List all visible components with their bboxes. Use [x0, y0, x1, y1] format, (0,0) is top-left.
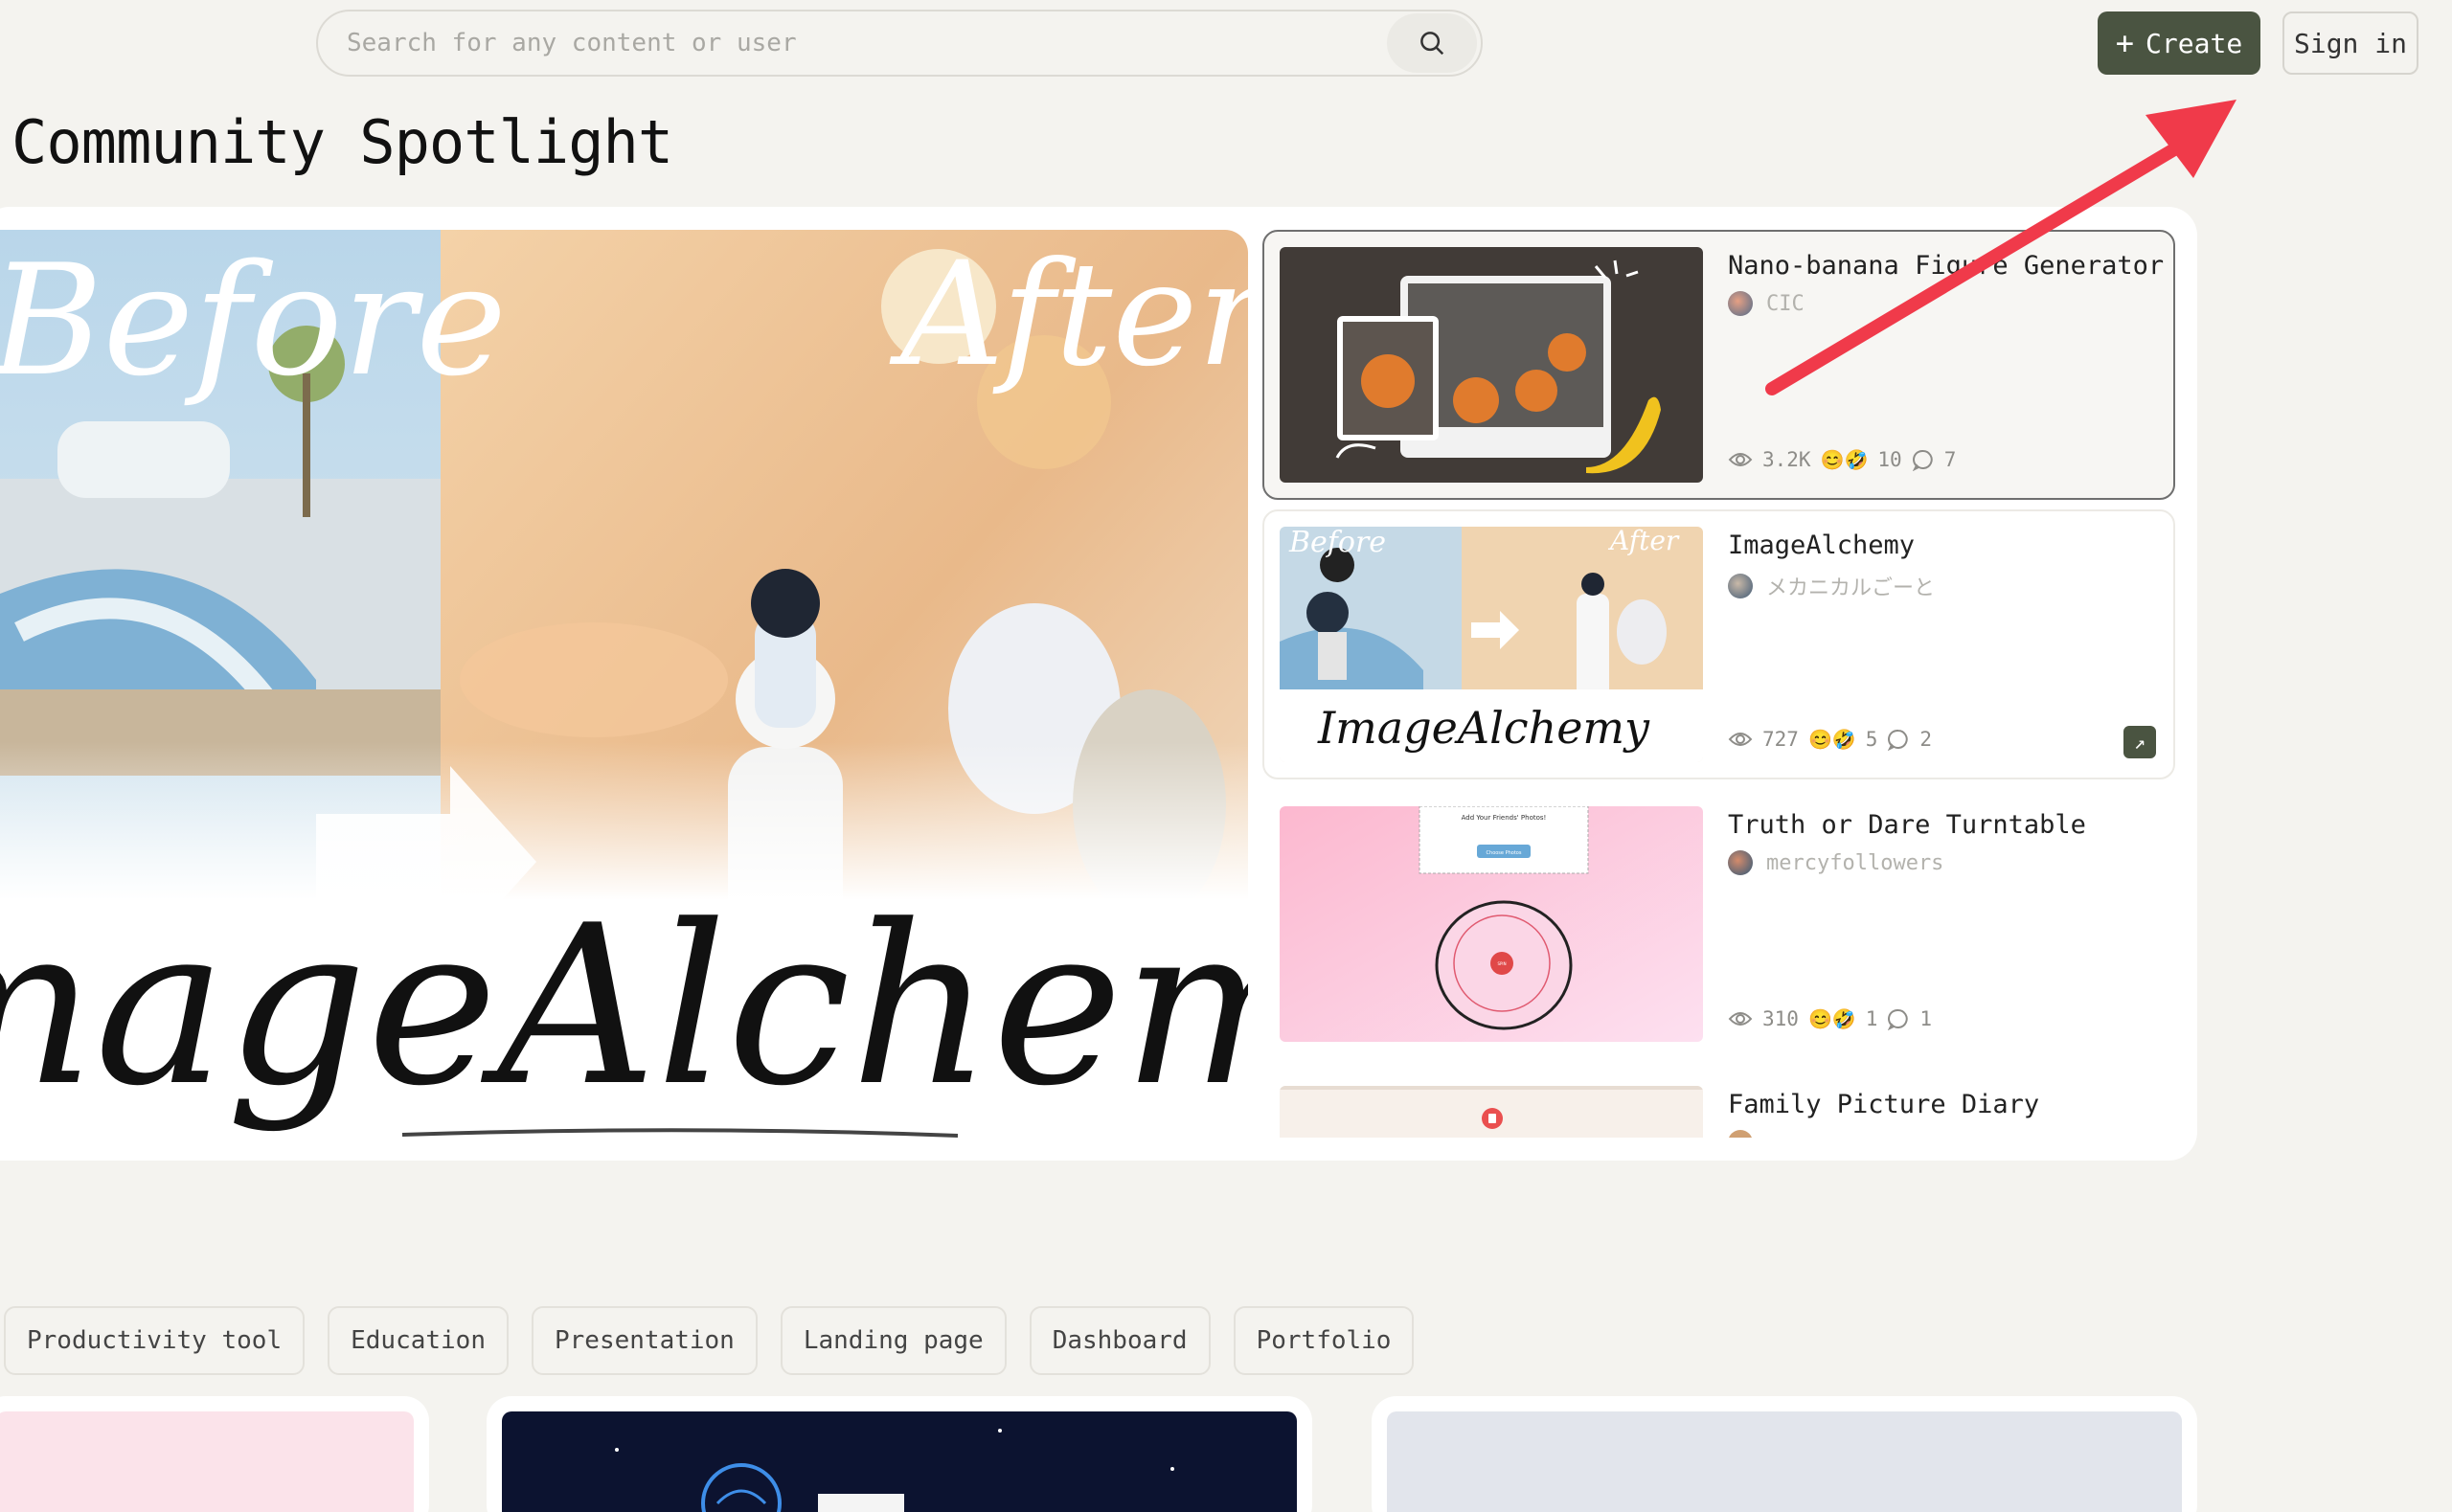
- reaction-count: 10: [1877, 448, 1902, 471]
- eye-icon: [1728, 453, 1753, 466]
- eye-icon: [1728, 1012, 1753, 1026]
- hero-spotlight-image[interactable]: Before After ImageAlchemy: [0, 230, 1248, 1161]
- search-button[interactable]: [1387, 13, 1477, 73]
- open-external-link-button[interactable]: ↗: [2123, 726, 2156, 758]
- card-thumbnail: [1280, 1086, 1703, 1138]
- plus-icon: +: [2115, 25, 2135, 61]
- hero-illustration: Before After ImageAlchemy: [0, 230, 1248, 1161]
- tag-presentation[interactable]: Presentation: [532, 1306, 758, 1375]
- spotlight-card[interactable]: Family Picture Diary: [1262, 1069, 2175, 1138]
- card-thumbnail: [502, 1411, 1297, 1512]
- card-title: ImageAlchemy: [1728, 530, 1916, 560]
- hero-brand-text: ImageAlchemy: [0, 879, 1248, 1135]
- comment-icon: [1888, 1008, 1909, 1030]
- search-bar[interactable]: [316, 10, 1483, 77]
- card-author[interactable]: メカニカルごーと: [1728, 571, 1935, 601]
- before-label: Before: [0, 231, 507, 410]
- avatar: [1728, 850, 1753, 875]
- content-card[interactable]: [487, 1396, 1312, 1512]
- view-count: 727: [1762, 728, 1799, 751]
- thumb-turntable-button: Choose Photos: [1487, 850, 1522, 856]
- search-icon: [1420, 32, 1444, 56]
- view-count: 3.2K: [1762, 448, 1811, 471]
- author-name: CIC: [1766, 291, 1805, 316]
- eye-icon: [1728, 733, 1753, 746]
- author-name: メカニカルごーと: [1766, 576, 1936, 600]
- card-stats: 3.2K 😊🤣 10 7: [1728, 448, 1956, 471]
- tag-landing-page[interactable]: Landing page: [780, 1306, 1007, 1375]
- comment-count: 1: [1919, 1007, 1933, 1030]
- thumb-turntable-heading: Add Your Friends' Photos!: [1462, 814, 1547, 822]
- card-thumbnail: Add Your Friends' Photos! Choose Photos …: [1280, 806, 1703, 1042]
- card-stats: 310 😊🤣 1 1: [1728, 1007, 1932, 1030]
- author-name: mercyfollowers: [1766, 850, 1944, 875]
- card-stats: 727 😊🤣 5 2: [1728, 728, 1932, 751]
- content-card[interactable]: [0, 1396, 429, 1512]
- page: + Create Sign in Community Spotlight: [0, 0, 2452, 1512]
- spotlight-card[interactable]: Nano-banana Figure Generator CIC 3.2K 😊🤣…: [1262, 230, 2175, 500]
- category-tags: Productivity tool Education Presentation…: [0, 1306, 1415, 1375]
- avatar: [1728, 1130, 1753, 1138]
- sign-in-button[interactable]: Sign in: [2282, 11, 2418, 75]
- card-title: Truth or Dare Turntable: [1728, 810, 2086, 840]
- external-link-icon: ↗: [2133, 731, 2146, 754]
- card-author[interactable]: [1728, 1130, 1753, 1138]
- spotlight-card[interactable]: Add Your Friends' Photos! Choose Photos …: [1262, 789, 2175, 1059]
- reaction-count: 1: [1865, 1007, 1878, 1030]
- create-label: Create: [2146, 27, 2243, 59]
- after-label: After: [889, 232, 1248, 398]
- thumb-turntable-spin: SPIN: [1497, 961, 1506, 966]
- card-title: Nano-banana Figure Generator: [1728, 251, 2165, 281]
- card-author[interactable]: CIC: [1728, 291, 1805, 316]
- tag-productivity-tool[interactable]: Productivity tool: [4, 1306, 306, 1375]
- tag-portfolio[interactable]: Portfolio: [1233, 1306, 1415, 1375]
- tag-dashboard[interactable]: Dashboard: [1029, 1306, 1211, 1375]
- card-thumbnail: [1387, 1411, 2182, 1512]
- comment-count: 7: [1943, 448, 1957, 471]
- page-title: Community Spotlight: [11, 107, 673, 177]
- spotlight-list: Nano-banana Figure Generator CIC 3.2K 😊🤣…: [1262, 230, 2175, 1138]
- avatar: [1728, 291, 1753, 316]
- create-button[interactable]: + Create: [2098, 11, 2260, 75]
- search-input[interactable]: [318, 11, 1387, 75]
- reaction-emoji-icon: 😊🤣: [1807, 728, 1856, 751]
- card-thumbnail: Before After ImageAlchemy: [1280, 527, 1703, 762]
- card-title: Family Picture Diary: [1728, 1090, 2040, 1119]
- comment-icon: [1912, 449, 1933, 471]
- card-thumbnail: [0, 1411, 414, 1512]
- reaction-emoji-icon: 😊🤣: [1807, 1007, 1856, 1030]
- spotlight-card[interactable]: Before After ImageAlchemy ImageAlchemy メ…: [1262, 509, 2175, 779]
- thumb-before-label: Before: [1288, 527, 1386, 559]
- reaction-count: 5: [1865, 728, 1878, 751]
- comment-count: 2: [1919, 728, 1933, 751]
- content-card[interactable]: [1372, 1396, 2197, 1512]
- comment-icon: [1888, 729, 1909, 751]
- thumb-after-label: After: [1607, 527, 1680, 556]
- card-author[interactable]: mercyfollowers: [1728, 850, 1943, 875]
- tag-education[interactable]: Education: [328, 1306, 509, 1375]
- reaction-emoji-icon: 😊🤣: [1820, 448, 1869, 471]
- avatar: [1728, 574, 1753, 598]
- card-thumbnail: [1280, 247, 1703, 483]
- thumb-brand-text: ImageAlchemy: [1317, 702, 1650, 754]
- view-count: 310: [1762, 1007, 1799, 1030]
